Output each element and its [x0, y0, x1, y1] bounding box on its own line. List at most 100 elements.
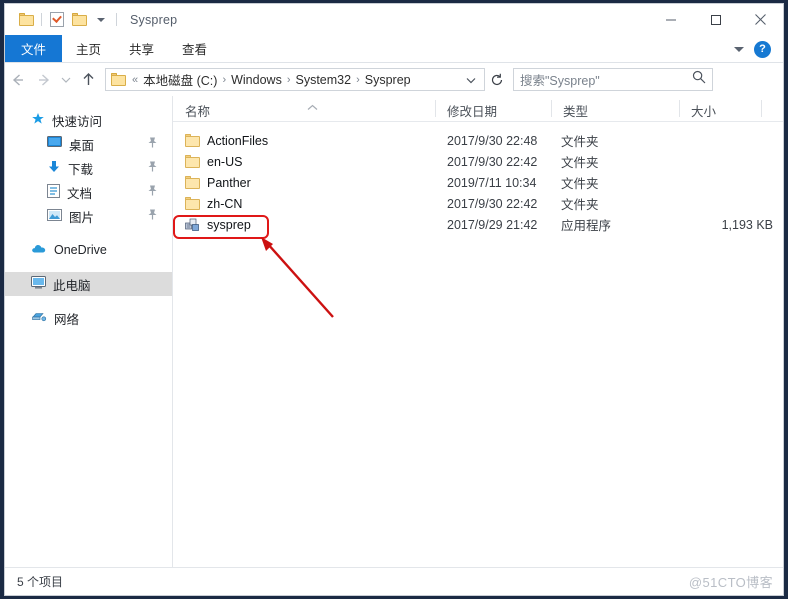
- breadcrumb-item-system32[interactable]: System32: [292, 73, 356, 87]
- file-type: 文件夹: [561, 177, 599, 191]
- breadcrumb-item-sysprep[interactable]: Sysprep: [361, 73, 415, 87]
- help-icon[interactable]: ?: [754, 40, 771, 58]
- sidebar-item-this-pc[interactable]: 此电脑: [5, 272, 172, 296]
- table-row[interactable]: en-US 2017/9/30 22:42 文件夹: [173, 151, 783, 172]
- search-icon[interactable]: [692, 70, 706, 89]
- item-count: 5 个项目: [17, 575, 64, 589]
- pin-icon[interactable]: [147, 137, 158, 152]
- file-type: 文件夹: [561, 198, 599, 212]
- breadcrumb-overflow[interactable]: «: [131, 74, 139, 86]
- file-name: zh-CN: [207, 196, 243, 211]
- sidebar-item-desktop[interactable]: 桌面: [5, 132, 172, 156]
- column-header-type[interactable]: 类型: [555, 101, 588, 120]
- sidebar-item-onedrive[interactable]: OneDrive: [5, 238, 172, 262]
- sidebar-item-pictures[interactable]: 图片: [5, 204, 172, 228]
- properties-icon[interactable]: [46, 9, 68, 31]
- pin-icon[interactable]: [147, 209, 158, 224]
- chevron-up-icon: [306, 99, 319, 117]
- sidebar-label: 快速访问: [52, 114, 103, 129]
- sidebar-label: OneDrive: [54, 243, 107, 257]
- file-list-pane: 名称 修改日期 类型 大小 ActionFiles 2017/9/30 22:4…: [173, 96, 783, 567]
- refresh-icon[interactable]: [485, 68, 509, 91]
- tab-view[interactable]: 查看: [168, 35, 221, 62]
- address-bar[interactable]: « 本地磁盘 (C:) › Windows › System32 › Syspr…: [105, 68, 485, 91]
- pin-star-icon: [31, 112, 45, 129]
- table-row[interactable]: zh-CN 2017/9/30 22:42 文件夹: [173, 193, 783, 214]
- documents-icon: [47, 183, 60, 201]
- title-bar: Sysprep: [5, 4, 783, 35]
- sidebar-label: 图片: [69, 210, 95, 225]
- table-row[interactable]: Panther 2019/7/11 10:34 文件夹: [173, 172, 783, 193]
- folder-icon[interactable]: [15, 9, 37, 31]
- up-arrow-icon[interactable]: [75, 63, 101, 96]
- sidebar-label: 此电脑: [53, 278, 91, 293]
- pin-icon[interactable]: [147, 161, 158, 176]
- column-header-date[interactable]: 修改日期: [439, 101, 497, 120]
- address-bar-row: « 本地磁盘 (C:) › Windows › System32 › Syspr…: [5, 63, 783, 96]
- file-type: 文件夹: [561, 135, 599, 149]
- table-row[interactable]: sysprep 2017/9/29 21:42 应用程序 1,193 KB: [173, 214, 783, 235]
- file-type: 文件夹: [561, 156, 599, 170]
- back-arrow-icon[interactable]: [5, 63, 31, 96]
- chevron-down-icon[interactable]: [458, 71, 484, 89]
- sidebar-label: 文档: [67, 186, 93, 201]
- column-divider[interactable]: [551, 100, 552, 117]
- status-bar: 5 个项目: [5, 567, 783, 595]
- chevron-down-icon[interactable]: [734, 46, 744, 52]
- file-name: en-US: [207, 154, 243, 169]
- download-icon: [47, 160, 61, 177]
- file-name: Panther: [207, 175, 251, 190]
- table-row[interactable]: ActionFiles 2017/9/30 22:48 文件夹: [173, 130, 783, 151]
- divider: [116, 13, 117, 26]
- sidebar-label: 桌面: [69, 138, 95, 153]
- forward-arrow-icon[interactable]: [31, 63, 57, 96]
- network-icon: [31, 310, 47, 326]
- close-icon[interactable]: [738, 4, 783, 35]
- folder-icon: [185, 197, 200, 210]
- column-divider[interactable]: [761, 100, 762, 117]
- tab-share[interactable]: 共享: [115, 35, 168, 62]
- file-date: 2019/7/11 10:34: [447, 175, 537, 190]
- customize-caret-icon[interactable]: [90, 9, 112, 31]
- file-name-cell[interactable]: en-US: [185, 155, 242, 169]
- sidebar-item-documents[interactable]: 文档: [5, 180, 172, 204]
- main-content: 快速访问 桌面 下载 文档 图片 OneDrive 此电脑 网络 名称 修改日期…: [5, 96, 783, 567]
- file-name: ActionFiles: [207, 133, 269, 148]
- search-box[interactable]: 搜索"Sysprep": [513, 68, 713, 91]
- column-divider[interactable]: [679, 100, 680, 117]
- tab-home[interactable]: 主页: [62, 35, 115, 62]
- recent-locations-icon[interactable]: [57, 63, 75, 96]
- sidebar-item-downloads[interactable]: 下载: [5, 156, 172, 180]
- file-date: 2017/9/30 22:42: [447, 196, 538, 211]
- sysprep-app-icon: [185, 218, 200, 232]
- new-folder-icon[interactable]: [68, 9, 90, 31]
- minimize-icon[interactable]: [648, 4, 693, 35]
- breadcrumb-item-c-drive[interactable]: 本地磁盘 (C:): [139, 70, 221, 89]
- file-name-cell[interactable]: ActionFiles: [185, 134, 268, 148]
- file-name-cell[interactable]: Panther: [185, 176, 251, 190]
- explorer-window: Sysprep 文件 主页 共享 查看 ? « 本地磁盘 (C:) › Wind…: [4, 3, 784, 596]
- file-name-cell[interactable]: sysprep: [185, 218, 251, 232]
- folder-icon: [185, 155, 200, 168]
- column-header-name[interactable]: 名称: [177, 101, 210, 120]
- window-controls: [648, 4, 783, 35]
- watermark: @51CTO博客: [688, 575, 773, 590]
- quick-access-toolbar: [5, 9, 121, 31]
- column-header-size[interactable]: 大小: [683, 101, 716, 120]
- sidebar-item-network[interactable]: 网络: [5, 306, 172, 330]
- breadcrumb-item-windows[interactable]: Windows: [227, 73, 286, 87]
- file-name: sysprep: [207, 217, 251, 232]
- pictures-icon: [47, 208, 62, 224]
- folder-icon: [185, 176, 200, 189]
- column-headers: 名称 修改日期 类型 大小: [173, 96, 783, 122]
- pin-icon[interactable]: [147, 185, 158, 200]
- sidebar-item-quick-access[interactable]: 快速访问: [5, 108, 172, 132]
- file-rows: ActionFiles 2017/9/30 22:48 文件夹 en-US 20…: [173, 122, 783, 235]
- file-date: 2017/9/30 22:48: [447, 133, 538, 148]
- maximize-icon[interactable]: [693, 4, 738, 35]
- tab-file[interactable]: 文件: [5, 35, 63, 62]
- file-name-cell[interactable]: zh-CN: [185, 197, 242, 211]
- search-input[interactable]: 搜索"Sysprep": [520, 70, 692, 89]
- this-pc-icon: [31, 276, 46, 292]
- column-divider[interactable]: [435, 100, 436, 117]
